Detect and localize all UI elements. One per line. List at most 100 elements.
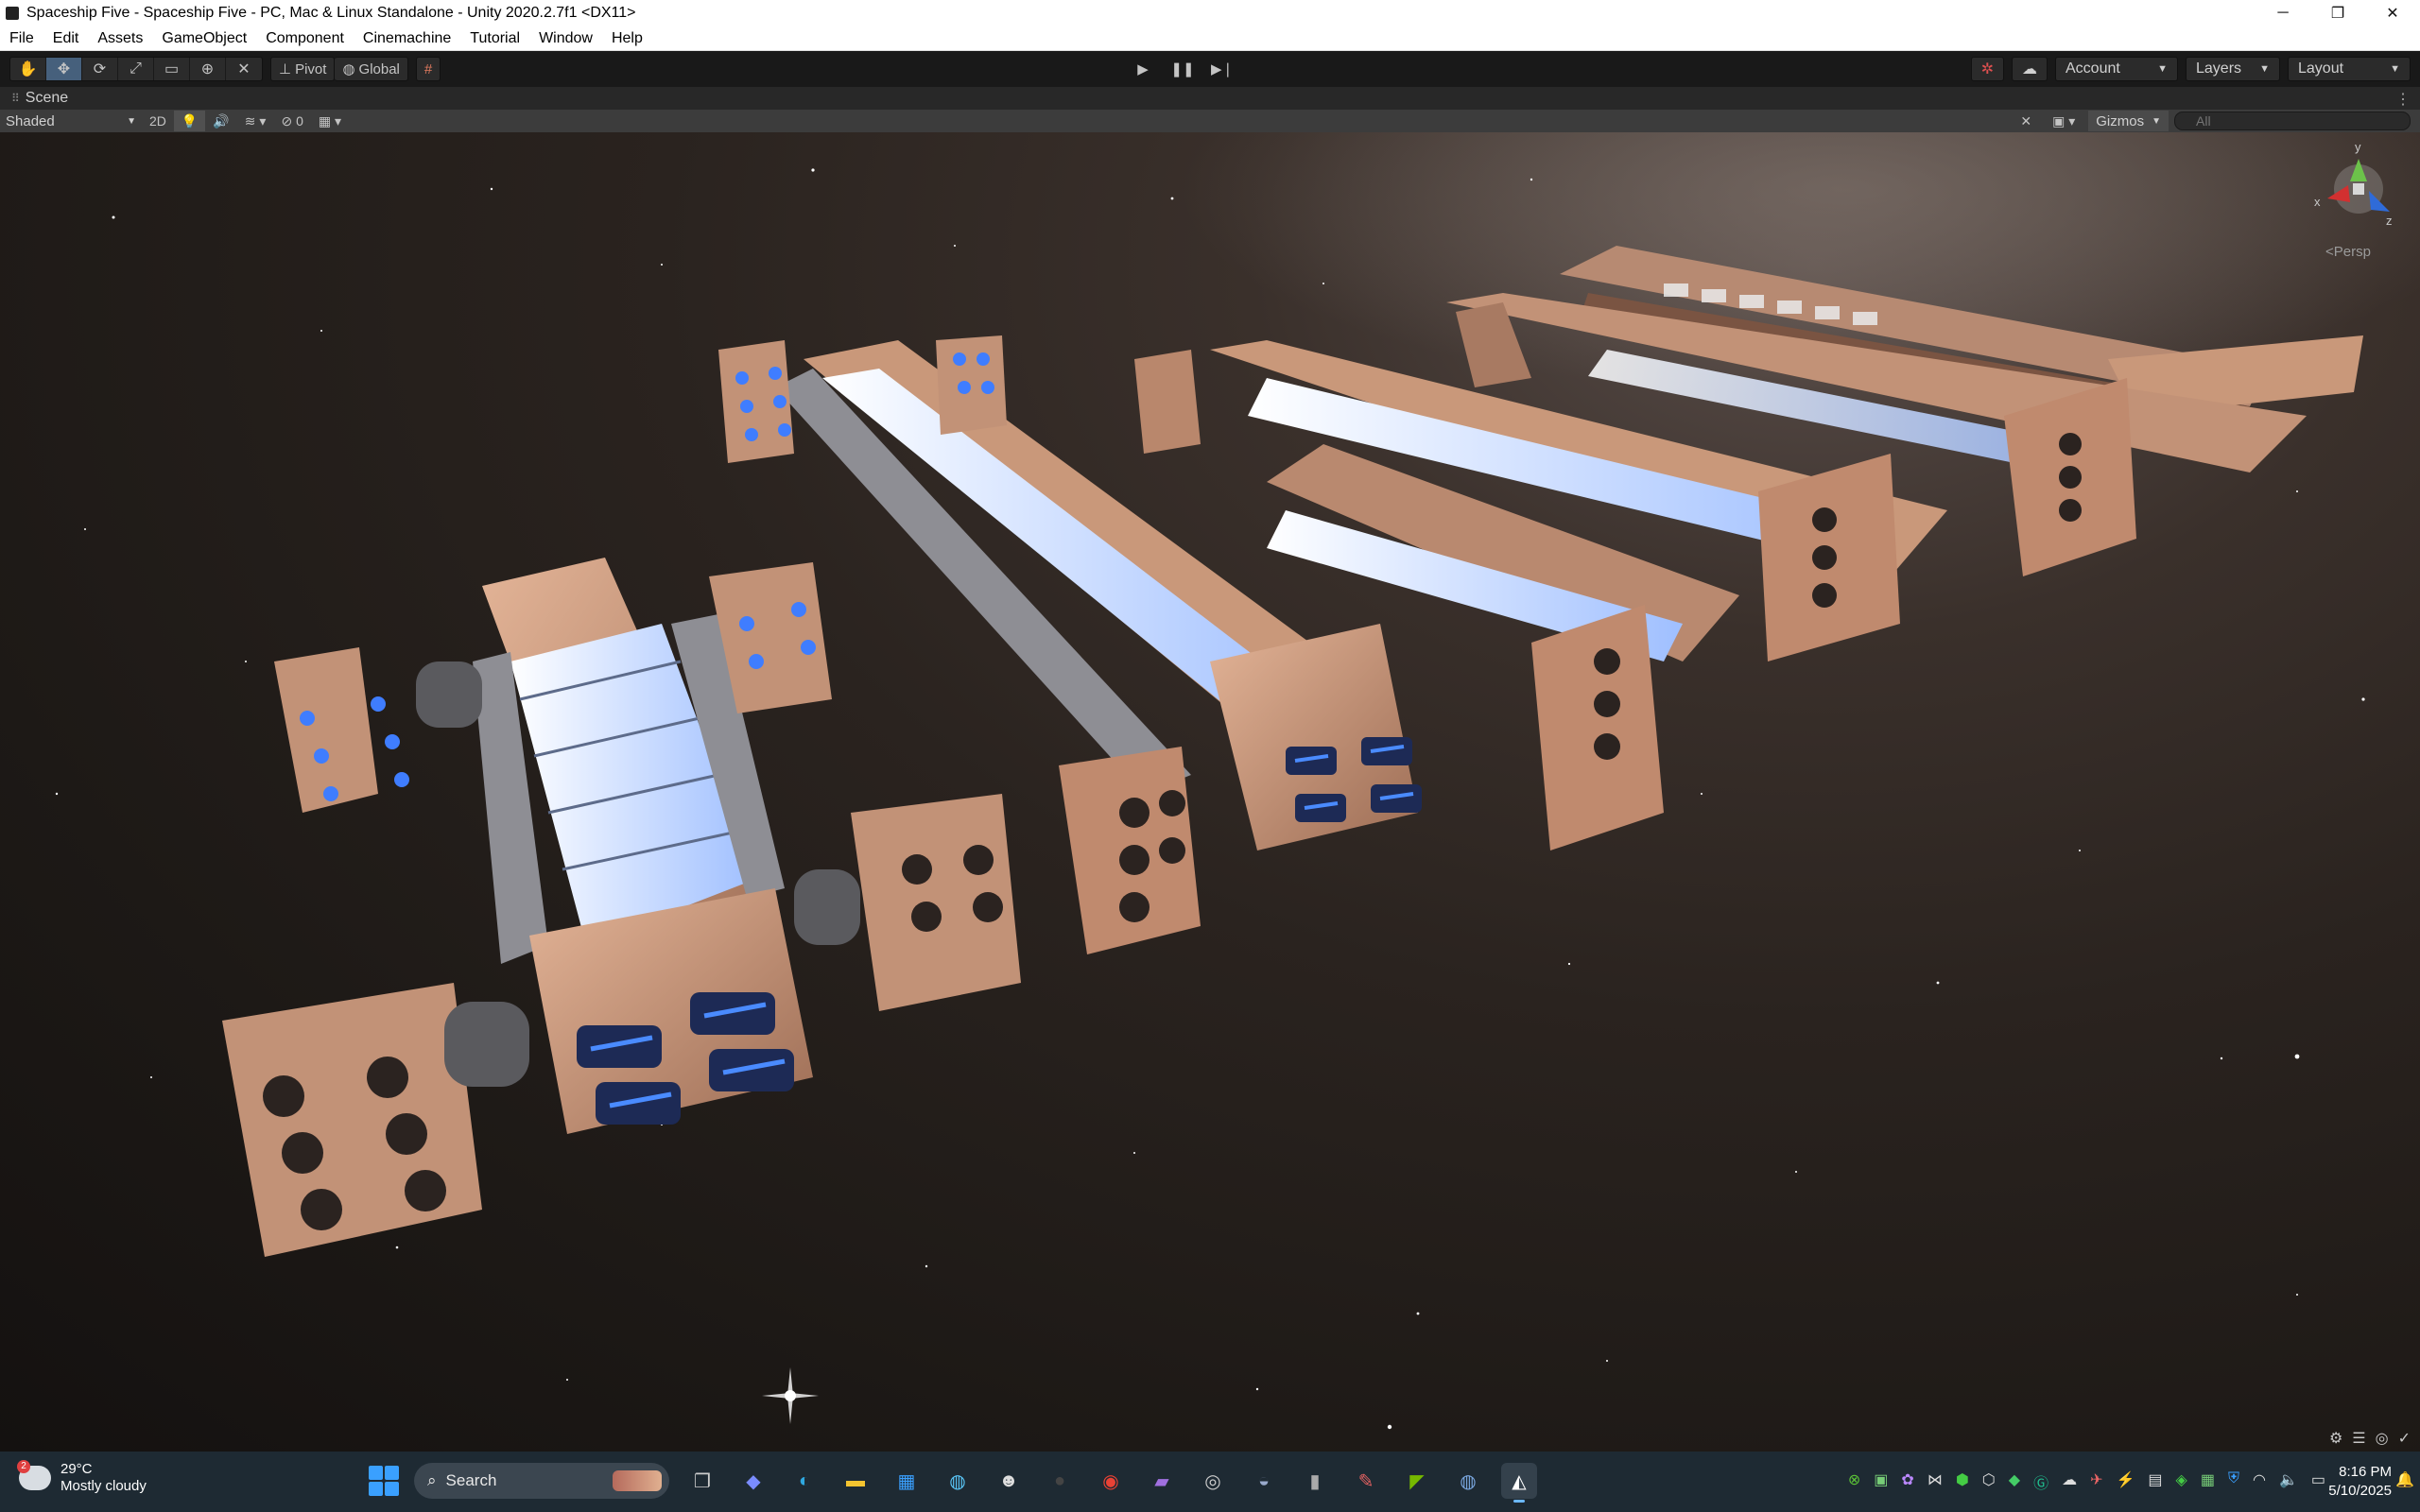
pivot-toggle[interactable]: ⊥ Pivot xyxy=(270,57,336,81)
custom-tool-icon[interactable]: ✕ xyxy=(226,58,262,80)
menu-window[interactable]: Window xyxy=(529,30,602,47)
globe-app-icon[interactable]: ◒ xyxy=(1246,1463,1282,1499)
browser-app-icon[interactable]: ◍ xyxy=(940,1463,976,1499)
layers-icon[interactable]: ☰ xyxy=(2352,1429,2365,1448)
tray-app-icon[interactable]: ⬢ xyxy=(1956,1470,1969,1493)
tray-app-icon[interactable]: ☁ xyxy=(2062,1470,2077,1493)
tray-app-icon[interactable]: ⚡ xyxy=(2116,1470,2135,1493)
move-tool-icon[interactable]: ✥ xyxy=(46,58,82,80)
volume-icon[interactable]: 🔈 xyxy=(2279,1470,2298,1493)
2d-toggle[interactable]: 2D xyxy=(142,111,174,131)
play-button-icon[interactable]: ▶ xyxy=(1125,57,1161,81)
rect-tool-icon[interactable]: ▭ xyxy=(154,58,190,80)
projection-label[interactable]: <Persp xyxy=(2325,244,2371,260)
scene-search-input[interactable] xyxy=(2174,112,2411,130)
effects-toggle-icon[interactable]: ≋ ▾ xyxy=(237,111,274,131)
menu-assets[interactable]: Assets xyxy=(88,30,152,47)
tray-app-icon[interactable]: ▦ xyxy=(2201,1470,2215,1493)
menu-file[interactable]: File xyxy=(0,30,43,47)
globe-blue-icon[interactable]: ◍ xyxy=(1450,1463,1486,1499)
cloud-weather-icon: 2 xyxy=(17,1460,51,1490)
dark-app-icon[interactable]: ● xyxy=(1042,1463,1078,1499)
copilot-icon[interactable]: ◆ xyxy=(735,1463,771,1499)
taskbar-search-box[interactable]: ⌕ Search xyxy=(414,1463,669,1499)
transform-tool-icon[interactable]: ⊕ xyxy=(190,58,226,80)
tray-app-icon[interactable]: ✿ xyxy=(1901,1470,1913,1493)
layers-dropdown[interactable]: Layers ▼ xyxy=(2186,57,2280,81)
title-bar: Spaceship Five - Spaceship Five - PC, Ma… xyxy=(0,0,2420,26)
step-button-icon[interactable]: ▶❘ xyxy=(1204,57,1240,81)
global-toggle[interactable]: ◍ Global xyxy=(335,57,408,81)
scene-viewport[interactable]: y x z <Persp ⚙ ☰ ◎ ✓ xyxy=(0,132,2420,1452)
file-explorer-icon[interactable]: ▬ xyxy=(838,1463,873,1499)
edge-browser-icon[interactable]: ◐ xyxy=(786,1463,822,1499)
tray-app-icon[interactable]: ◈ xyxy=(2176,1470,2187,1493)
gizmos-dropdown[interactable]: Gizmos ▼ xyxy=(2088,111,2169,131)
wifi-icon[interactable]: ◠ xyxy=(2253,1470,2266,1493)
tab-grip-icon: ⠿ xyxy=(11,92,20,105)
chrome-icon[interactable]: ◉ xyxy=(1093,1463,1129,1499)
xbox-icon[interactable]: ⊗ xyxy=(1848,1470,1860,1493)
pivot-label: Pivot xyxy=(295,60,327,77)
hidden-objects-toggle[interactable]: ⊘ 0 xyxy=(273,111,310,131)
rotate-tool-icon[interactable]: ⟳ xyxy=(82,58,118,80)
grid-toggle-icon[interactable]: ▦ ▾ xyxy=(311,111,349,131)
battery-icon[interactable]: ▭ xyxy=(2311,1470,2325,1493)
unity-taskbar-icon[interactable]: ◭ xyxy=(1501,1463,1537,1503)
collab-icon: ✲ xyxy=(1980,61,1994,77)
account-dropdown[interactable]: Account ▼ xyxy=(2055,57,2178,81)
hand-tool-icon[interactable]: ✋ xyxy=(10,58,46,80)
tray-app-icon[interactable]: ▣ xyxy=(1874,1470,1888,1493)
task-view-icon[interactable]: ❐ xyxy=(684,1463,720,1499)
grammarly-icon[interactable]: Ⓖ xyxy=(2033,1470,2048,1493)
windows-start-icon[interactable] xyxy=(369,1466,399,1496)
video-editor-icon[interactable]: ▰ xyxy=(1144,1463,1180,1499)
cloud-button[interactable]: ☁ xyxy=(2012,57,2048,81)
hidden-count: 0 xyxy=(296,113,303,129)
taskbar-clock[interactable]: 8:16 PM 5/10/2025 xyxy=(2328,1463,2392,1501)
tray-app-icon[interactable]: ✈ xyxy=(2090,1470,2102,1493)
more-options-icon[interactable]: ⋮ xyxy=(2395,90,2411,109)
menu-tutorial[interactable]: Tutorial xyxy=(460,30,529,47)
tray-app-icon[interactable]: ▤ xyxy=(2148,1470,2162,1493)
menu-gameobject[interactable]: GameObject xyxy=(152,30,256,47)
audio-toggle-icon[interactable]: 🔊 xyxy=(205,111,236,131)
camera-icon[interactable]: ▣ ▾ xyxy=(2045,111,2083,131)
notification-bell-icon[interactable]: 🔔 xyxy=(2395,1470,2414,1489)
menu-cinemachine[interactable]: Cinemachine xyxy=(354,30,460,47)
collab-button[interactable]: ✲ xyxy=(1970,57,2004,81)
visibility-icon[interactable]: ◎ xyxy=(2376,1429,2389,1448)
maximize-button[interactable]: ❐ xyxy=(2310,0,2365,26)
menu-help[interactable]: Help xyxy=(602,30,652,47)
check-icon[interactable]: ✓ xyxy=(2398,1429,2411,1448)
spaceship-front xyxy=(222,558,1021,1257)
tools-icon[interactable]: ✕ xyxy=(2013,111,2039,131)
gizmo-y-label: y xyxy=(2355,140,2361,154)
grid-snap-button[interactable]: # xyxy=(415,57,441,81)
lighting-toggle-icon[interactable]: 💡 xyxy=(173,111,206,131)
weather-widget[interactable]: 2 29°C Mostly cloudy xyxy=(17,1460,147,1495)
window-controls: ─ ❐ ✕ xyxy=(2256,0,2420,26)
nvidia-icon[interactable]: ◤ xyxy=(1399,1463,1435,1499)
gizmo-x-label: x xyxy=(2314,195,2321,209)
tab-scene[interactable]: Scene xyxy=(26,90,68,107)
tray-app-icon[interactable]: ⬡ xyxy=(1982,1470,1996,1493)
pause-button-icon[interactable]: ❚❚ xyxy=(1165,57,1201,81)
alien-app-icon[interactable]: ☻ xyxy=(991,1463,1027,1499)
scale-tool-icon[interactable]: ⤢ xyxy=(118,58,154,80)
menu-component[interactable]: Component xyxy=(256,30,354,47)
obs-icon[interactable]: ◎ xyxy=(1195,1463,1231,1499)
gizmo-z-label: z xyxy=(2386,214,2393,228)
close-button[interactable]: ✕ xyxy=(2365,0,2420,26)
tray-app-icon[interactable]: ◆ xyxy=(2009,1470,2020,1493)
menu-edit[interactable]: Edit xyxy=(43,30,89,47)
defender-icon[interactable]: ⛨ xyxy=(2228,1470,2239,1493)
draw-mode-dropdown[interactable]: Shaded ▼ xyxy=(0,111,142,131)
paint-app-icon[interactable]: ✎ xyxy=(1348,1463,1384,1499)
visual-studio-icon[interactable]: ⋈ xyxy=(1927,1470,1943,1493)
settings-icon[interactable]: ⚙ xyxy=(2329,1429,2342,1448)
store-icon[interactable]: ▦ xyxy=(889,1463,925,1499)
mic-app-icon[interactable]: ▮ xyxy=(1297,1463,1333,1499)
layout-dropdown[interactable]: Layout ▼ xyxy=(2288,57,2411,81)
minimize-button[interactable]: ─ xyxy=(2256,0,2310,26)
